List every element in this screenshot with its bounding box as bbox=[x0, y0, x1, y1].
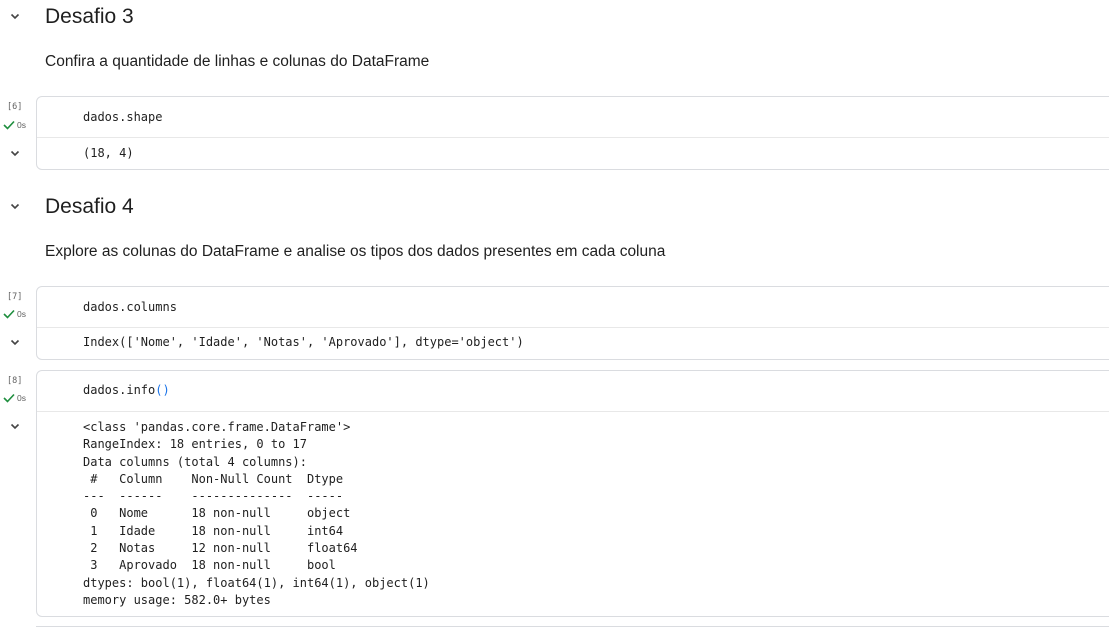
section-heading: Desafio 3 bbox=[45, 5, 134, 28]
code-cell[interactable]: dados.shape (18, 4) bbox=[36, 96, 1109, 170]
code-cell[interactable]: dados.info() <class 'pandas.core.frame.D… bbox=[36, 370, 1109, 617]
notebook: Desafio 3 Confira a quantidade de linhas… bbox=[0, 0, 1109, 628]
execution-status: 0s bbox=[3, 308, 26, 320]
section-collapse-chevron-icon[interactable] bbox=[8, 9, 22, 23]
check-icon bbox=[3, 120, 15, 130]
code-cell[interactable]: dados.columns Index(['Nome', 'Idade', 'N… bbox=[36, 286, 1109, 360]
cell-output: <class 'pandas.core.frame.DataFrame'> Ra… bbox=[83, 420, 430, 607]
code-editor[interactable]: dados.columns bbox=[37, 287, 1109, 328]
code-text: dados.shape bbox=[83, 110, 163, 124]
section-heading: Desafio 4 bbox=[45, 195, 134, 218]
code-call-parens: () bbox=[155, 383, 170, 397]
section-description: Explore as colunas do DataFrame e analis… bbox=[45, 243, 666, 260]
section-collapse-chevron-icon[interactable] bbox=[8, 199, 22, 213]
execution-status: 0s bbox=[3, 119, 26, 131]
execution-count: [8] bbox=[7, 376, 23, 386]
code-line[interactable]: dados.columns bbox=[83, 299, 177, 316]
output-collapse-chevron-icon[interactable] bbox=[8, 335, 22, 349]
cell-output: Index(['Nome', 'Idade', 'Notas', 'Aprova… bbox=[83, 335, 524, 349]
execution-count: [6] bbox=[7, 102, 23, 112]
execution-duration: 0s bbox=[17, 309, 26, 319]
code-line[interactable]: dados.shape bbox=[83, 109, 162, 126]
next-cell-edge bbox=[36, 626, 1109, 627]
code-editor[interactable]: dados.shape bbox=[37, 97, 1109, 138]
execution-count: [7] bbox=[7, 292, 23, 302]
cell-output: (18, 4) bbox=[83, 146, 134, 160]
check-icon bbox=[3, 393, 15, 403]
code-text: dados.info bbox=[83, 383, 156, 397]
code-editor[interactable]: dados.info() bbox=[37, 371, 1109, 412]
execution-status: 0s bbox=[3, 392, 26, 404]
check-icon bbox=[3, 309, 15, 319]
code-line[interactable]: dados.info() bbox=[83, 382, 170, 399]
section-description: Confira a quantidade de linhas e colunas… bbox=[45, 53, 430, 70]
output-collapse-chevron-icon[interactable] bbox=[8, 419, 22, 433]
execution-duration: 0s bbox=[17, 120, 26, 130]
execution-duration: 0s bbox=[17, 393, 26, 403]
output-collapse-chevron-icon[interactable] bbox=[8, 146, 22, 160]
code-text: dados.columns bbox=[83, 300, 177, 314]
